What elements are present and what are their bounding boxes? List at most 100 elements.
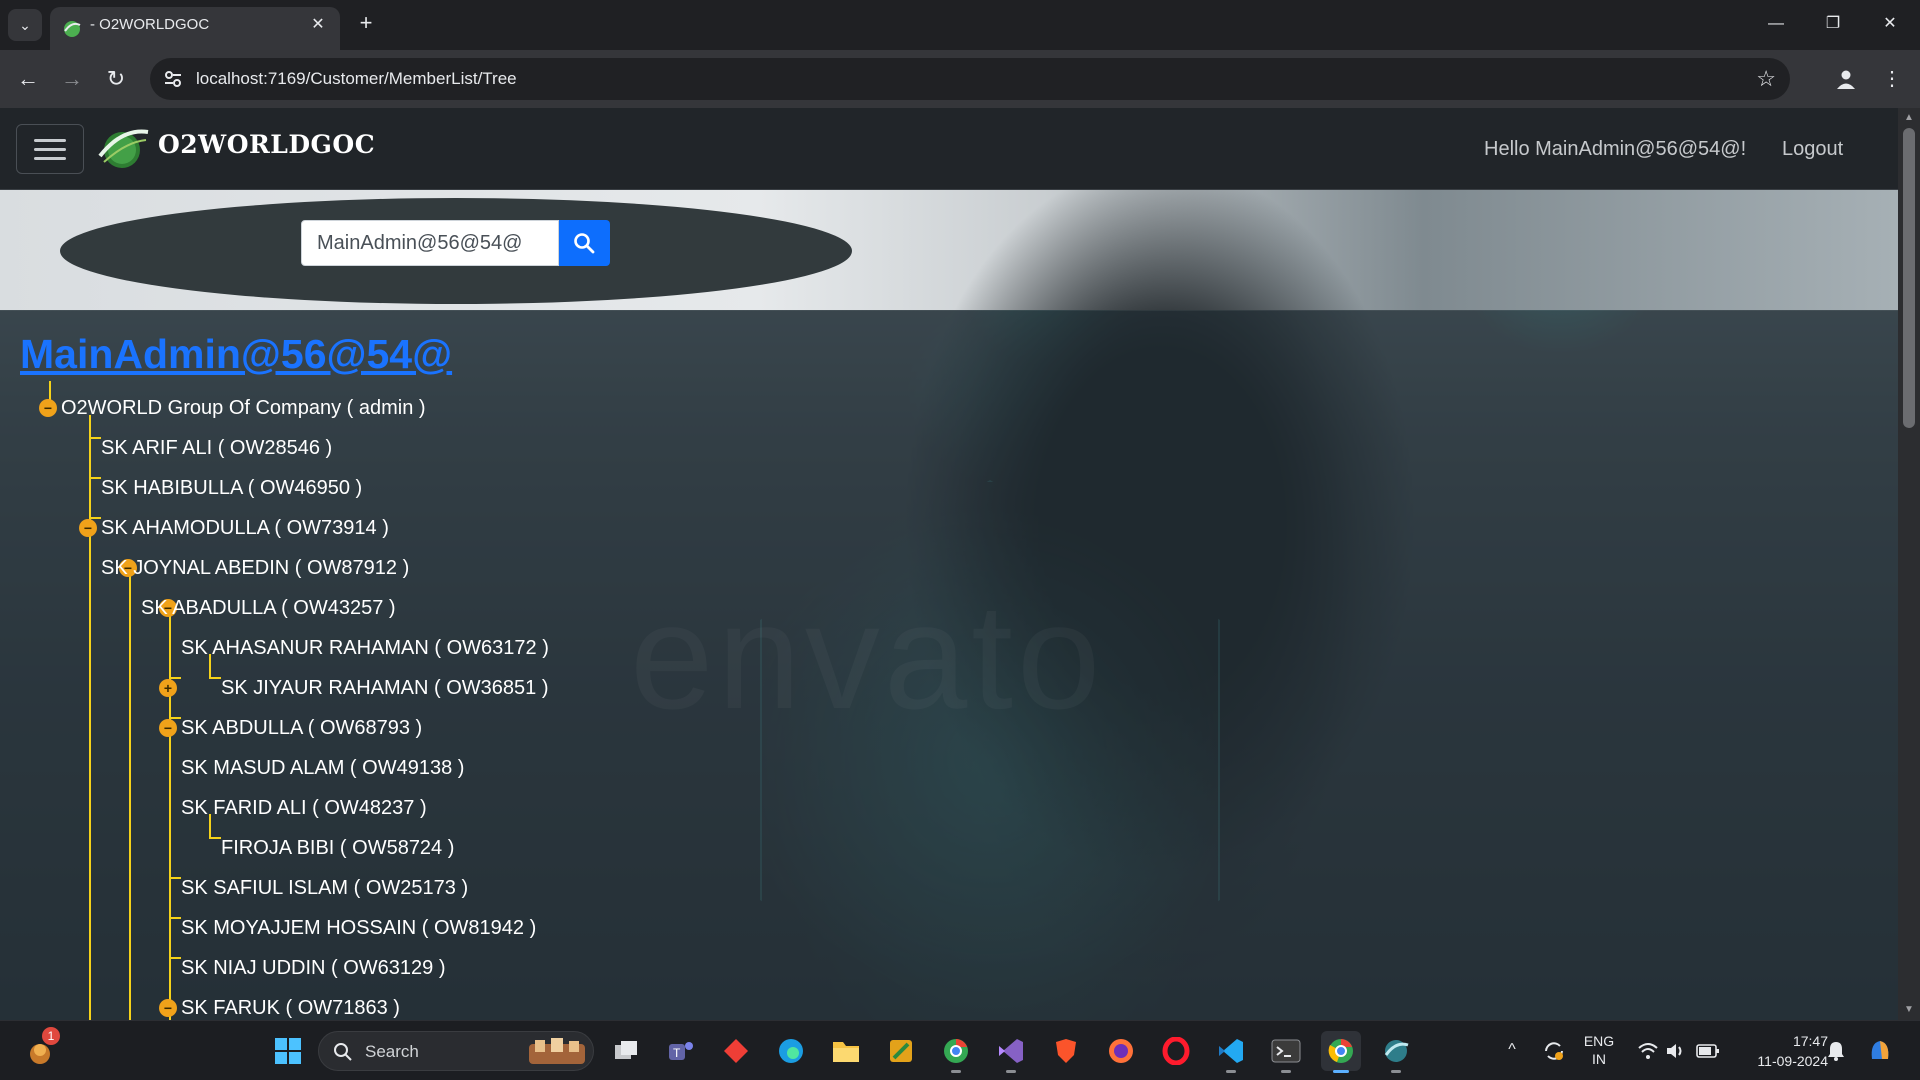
hamburger-menu-icon[interactable] — [16, 124, 84, 174]
copilot-icon[interactable] — [1860, 1031, 1900, 1071]
vscode-icon[interactable] — [1211, 1031, 1251, 1073]
member-tree-panel: MainAdmin@56@54@ − − − − + − − O2WORLD G… — [0, 310, 1898, 1020]
chrome-profile-icon[interactable] — [936, 1031, 976, 1073]
tab-title: - O2WORLDGOC — [90, 16, 210, 33]
minimize-icon[interactable]: — — [1756, 8, 1796, 40]
clock[interactable]: 17:47 11-09-2024 — [1732, 1031, 1828, 1071]
taskbar-search-box[interactable]: Search — [318, 1031, 594, 1071]
tree-node[interactable]: SK HABIBULLA ( OW46950 ) — [101, 475, 362, 501]
tree-connector — [209, 837, 221, 839]
tree-node[interactable]: SK MOYAJJEM HOSSAIN ( OW81942 ) — [181, 915, 536, 941]
screen: ⌄ - O2WORLDGOC ✕ + — ❐ ✕ ← → ↻ localhost… — [0, 0, 1920, 1080]
brave-browser-icon[interactable] — [1046, 1031, 1086, 1071]
collapse-toggle-icon[interactable]: − — [39, 399, 57, 417]
tree-node[interactable]: SK JIYAUR RAHAMAN ( OW36851 ) — [221, 675, 548, 701]
visual-studio-icon[interactable] — [991, 1031, 1031, 1073]
chrome-icon[interactable] — [1321, 1031, 1361, 1073]
language-code: ENG — [1583, 1033, 1615, 1049]
app-diamond-icon[interactable] — [716, 1031, 756, 1071]
page-scrollbar[interactable]: ▲ ▼ — [1898, 108, 1920, 1020]
tree-connector — [169, 957, 181, 959]
tab-close-icon[interactable]: ✕ — [308, 15, 328, 35]
scroll-up-icon[interactable]: ▲ — [1898, 110, 1920, 126]
clock-time: 17:47 — [1792, 1033, 1828, 1049]
file-explorer-icon[interactable] — [826, 1031, 866, 1071]
tree-connector — [209, 677, 221, 679]
region-code: IN — [1592, 1051, 1606, 1067]
tree-node[interactable]: SK ABADULLA ( OW43257 ) — [141, 595, 396, 621]
tree-root-member-link[interactable]: MainAdmin@56@54@ — [20, 331, 452, 378]
tab-search-button[interactable]: ⌄ — [8, 9, 42, 41]
notification-badge: 1 — [42, 1027, 60, 1045]
firefox-icon[interactable] — [1101, 1031, 1141, 1071]
back-icon[interactable]: ← — [12, 63, 44, 95]
show-hidden-icons[interactable]: ^ — [1500, 1041, 1524, 1059]
task-view-icon[interactable] — [606, 1031, 646, 1071]
url-text: localhost:7169/Customer/MemberList/Tree — [196, 69, 517, 88]
widgets-icon[interactable]: 1 — [20, 1027, 60, 1071]
tree-connector — [129, 574, 131, 1020]
collapse-toggle-icon[interactable]: − — [159, 999, 177, 1017]
terminal-icon[interactable] — [1266, 1031, 1306, 1073]
brand-name[interactable]: O2WORLDGOC — [158, 130, 375, 159]
restore-icon[interactable]: ❐ — [1813, 8, 1853, 40]
scroll-thumb[interactable] — [1903, 128, 1915, 428]
tree-node[interactable]: SK AHASANUR RAHAMAN ( OW63172 ) — [181, 635, 549, 661]
collapse-toggle-icon[interactable]: − — [79, 519, 97, 537]
site-info-icon[interactable] — [162, 68, 184, 90]
tree-connector — [169, 877, 181, 879]
tree-node[interactable]: SK NIAJ UDDIN ( OW63129 ) — [181, 955, 446, 981]
opera-icon[interactable] — [1156, 1031, 1196, 1071]
tree-node[interactable]: FIROJA BIBI ( OW58724 ) — [221, 835, 454, 861]
edge-browser-icon[interactable] — [771, 1031, 811, 1071]
notifications-bell-icon[interactable] — [1816, 1031, 1856, 1071]
tree-connector — [89, 477, 101, 479]
battery-icon[interactable] — [1688, 1031, 1728, 1071]
search-button[interactable] — [559, 220, 610, 266]
expand-toggle-icon[interactable]: + — [159, 679, 177, 697]
address-bar[interactable]: localhost:7169/Customer/MemberList/Tree … — [150, 58, 1790, 100]
site-favicon-icon — [64, 21, 81, 37]
browser-tabstrip: ⌄ - O2WORLDGOC ✕ + — ❐ ✕ — [0, 0, 1920, 50]
clock-date: 11-09-2024 — [1757, 1053, 1828, 1069]
tree-node[interactable]: SK AHAMODULLA ( OW73914 ) — [101, 515, 389, 541]
svg-text:T: T — [673, 1046, 681, 1060]
sync-status-icon[interactable] — [1534, 1031, 1574, 1071]
page-viewport: O2WORLDGOC Hello MainAdmin@56@54@! Logou… — [0, 108, 1898, 1020]
tree-node[interactable]: SK FARUK ( OW71863 ) — [181, 995, 400, 1020]
tree-node[interactable]: SK FARID ALI ( OW48237 ) — [181, 795, 427, 821]
search-highlight-icon — [529, 1038, 585, 1064]
start-windows-icon[interactable] — [268, 1031, 308, 1071]
collapse-toggle-icon[interactable]: − — [159, 719, 177, 737]
new-tab-icon[interactable]: + — [352, 10, 380, 38]
greeting-text[interactable]: Hello MainAdmin@56@54@! — [1484, 138, 1746, 161]
tree-connector — [169, 614, 171, 1020]
bookmark-star-icon[interactable]: ☆ — [1756, 58, 1776, 100]
app-tools-icon[interactable] — [881, 1031, 921, 1071]
profile-icon[interactable] — [1830, 63, 1862, 95]
browser-toolbar: ← → ↻ localhost:7169/Customer/MemberList… — [0, 50, 1920, 108]
language-indicator[interactable]: ENG IN — [1576, 1032, 1622, 1068]
close-window-icon[interactable]: ✕ — [1870, 8, 1910, 40]
tree-node[interactable]: SK ABDULLA ( OW68793 ) — [181, 715, 422, 741]
tree-node[interactable]: SK MASUD ALAM ( OW49138 ) — [181, 755, 464, 781]
logout-link[interactable]: Logout — [1782, 138, 1843, 161]
hero-background: envato MainAdmin@56@54@ — [0, 190, 1898, 1020]
reload-icon[interactable]: ↻ — [100, 63, 132, 95]
tree-connector — [89, 437, 101, 439]
teams-icon[interactable]: T — [661, 1031, 701, 1071]
tree-node[interactable]: SK ARIF ALI ( OW28546 ) — [101, 435, 332, 461]
forward-icon[interactable]: → — [56, 63, 88, 95]
tree-node[interactable]: O2WORLD Group Of Company ( admin ) — [61, 395, 426, 421]
search-icon — [334, 1043, 352, 1061]
taskbar-search-label: Search — [365, 1042, 419, 1061]
scroll-down-icon[interactable]: ▼ — [1898, 1002, 1920, 1018]
member-search-input[interactable] — [301, 220, 559, 266]
tree-connector — [169, 917, 181, 919]
tree-node[interactable]: SK JOYNAL ABEDIN ( OW87912 ) — [101, 555, 409, 581]
browser-tab[interactable]: - O2WORLDGOC ✕ — [50, 7, 340, 50]
tree-node[interactable]: SK SAFIUL ISLAM ( OW25173 ) — [181, 875, 468, 901]
browser-menu-icon[interactable]: ⋮ — [1876, 63, 1908, 95]
o2world-app-icon[interactable] — [1376, 1031, 1416, 1073]
brand-logo[interactable] — [96, 122, 152, 172]
